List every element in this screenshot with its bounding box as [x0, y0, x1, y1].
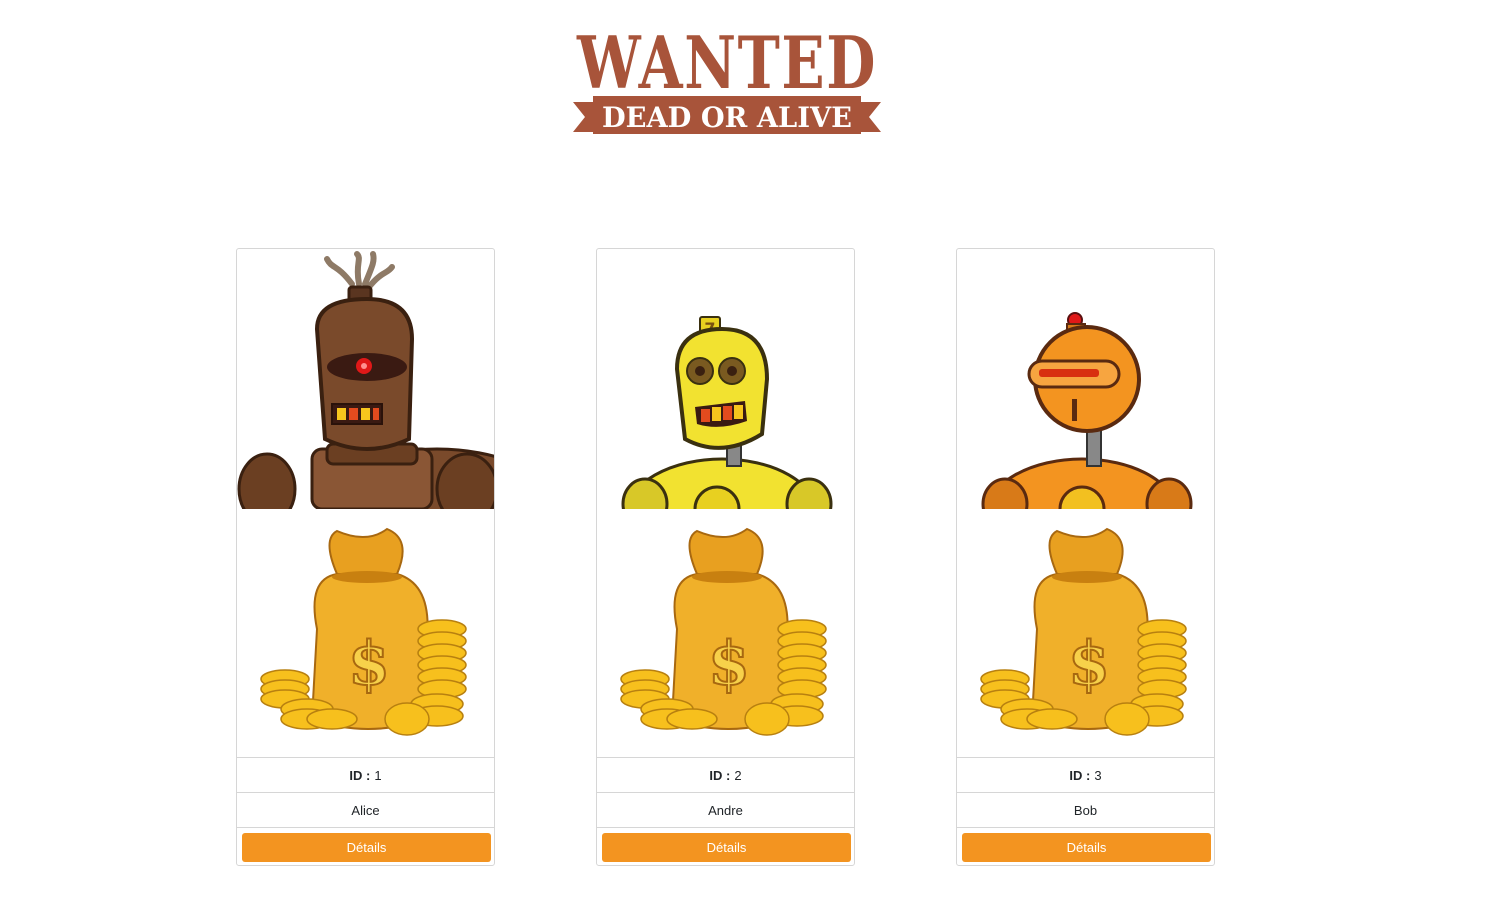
- yellow-robot-icon: 7: [597, 249, 854, 509]
- details-button[interactable]: Détails: [962, 833, 1211, 862]
- id-value: 2: [734, 767, 742, 783]
- card-name: Alice: [351, 802, 380, 818]
- card-name: Bob: [1073, 802, 1098, 818]
- money-bag-icon: $: [957, 519, 1214, 751]
- svg-text:$: $: [1068, 629, 1110, 699]
- card-id-row: ID : 1: [237, 757, 494, 792]
- money-bag-icon: $: [597, 519, 854, 751]
- card-footer: Détails: [597, 827, 854, 867]
- id-label: ID :: [709, 767, 731, 783]
- details-button[interactable]: Détails: [242, 833, 491, 862]
- wanted-card: 7 $: [596, 248, 855, 866]
- card-id-row: ID : 2: [597, 757, 854, 792]
- card-name-row: Alice: [237, 792, 494, 827]
- card-footer: Détails: [237, 827, 494, 867]
- money-bag-icon: $: [237, 519, 494, 751]
- card-name: Andre: [708, 802, 743, 818]
- orange-robot-icon: [957, 249, 1214, 509]
- svg-text:DEAD OR ALIVE: DEAD OR ALIVE: [602, 101, 852, 134]
- id-label: ID :: [349, 767, 371, 783]
- wanted-logo: WANTED DEAD OR ALIVE: [573, 20, 881, 136]
- id-value: 1: [374, 767, 382, 783]
- details-button[interactable]: Détails: [602, 833, 851, 862]
- card-name-row: Bob: [957, 792, 1214, 827]
- card-footer: Détails: [957, 827, 1214, 867]
- svg-text:$: $: [708, 629, 750, 699]
- id-value: 3: [1094, 767, 1102, 783]
- wanted-cards-list: $ ID : 1 Alice Détails $ ID: 2 Andre Dé…: [0, 248, 1495, 868]
- svg-text:WANTED: WANTED: [576, 26, 877, 105]
- card-id-row: ID : 3: [957, 757, 1214, 792]
- wanted-card: $ ID : 3 Bob Détails: [956, 248, 1215, 866]
- svg-text:$: $: [348, 629, 390, 699]
- wanted-card: $ ID : 1 Alice Détails: [236, 248, 495, 866]
- id-label: ID :: [1069, 767, 1091, 783]
- brown-robot-icon: [237, 249, 494, 509]
- card-name-row: Andre: [597, 792, 854, 827]
